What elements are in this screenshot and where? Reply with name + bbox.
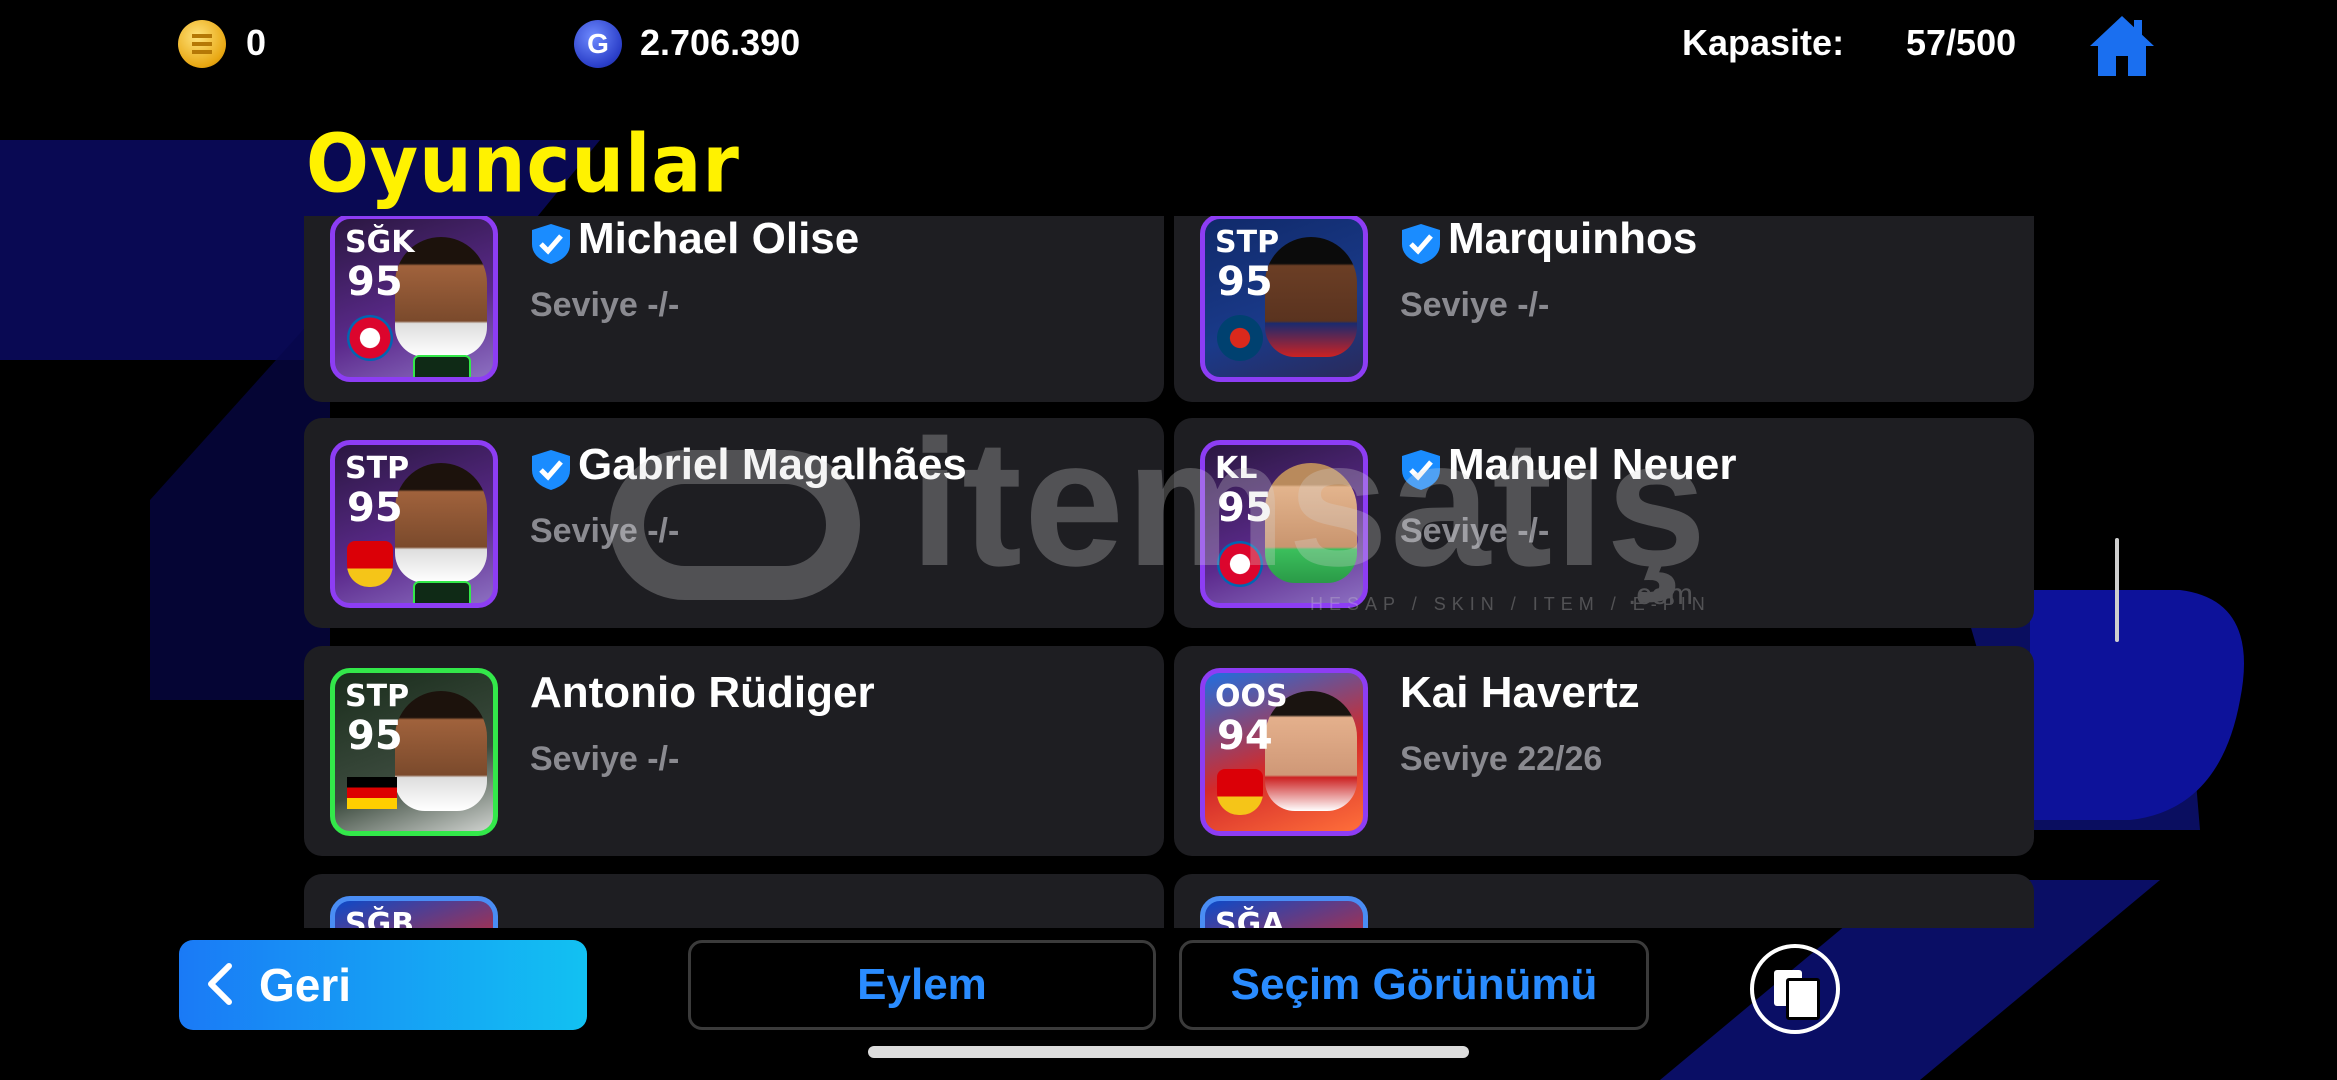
action-button[interactable]: Eylem <box>688 940 1156 1030</box>
player-card[interactable]: KL 95 Manuel Neuer Seviye -/- <box>1174 418 2034 628</box>
player-thumbnail: SĞK 95 <box>330 216 498 382</box>
top-bar: 0 G 2.706.390 Kapasite: 57/500 <box>0 0 2337 90</box>
player-name: Michael Olise <box>578 216 860 263</box>
germany-flag-icon <box>347 777 397 809</box>
player-thumbnail: OOS 94 <box>1200 668 1368 836</box>
list-scrollbar[interactable] <box>2115 538 2119 642</box>
capacity-label: Kapasite: <box>1682 22 1845 63</box>
player-name: Gabriel Magalhães <box>578 440 967 489</box>
player-rating: 95 <box>347 713 403 759</box>
player-thumbnail: SĞA <box>1200 896 1368 928</box>
player-position: SĞA <box>1215 907 1285 928</box>
player-position: OOS <box>1215 679 1288 714</box>
player-position: KL <box>1215 451 1258 486</box>
player-rating: 95 <box>347 259 403 305</box>
player-thumbnail: STP 95 <box>1200 216 1368 382</box>
player-position: STP <box>1215 225 1280 260</box>
selection-view-button-label: Seçim Görünümü <box>1230 960 1598 1009</box>
selection-view-button[interactable]: Seçim Görünümü <box>1179 940 1649 1030</box>
home-icon[interactable] <box>2088 14 2156 78</box>
player-card[interactable]: OOS 94 Kai Havertz Seviye 22/26 <box>1174 646 2034 856</box>
player-card[interactable]: SĞB <box>304 874 1164 928</box>
player-list[interactable]: SĞK 95 Michael Olise Seviye -/- STP 95 M… <box>304 216 2034 928</box>
back-button[interactable]: Geri <box>179 940 587 1030</box>
player-level: Seviye -/- <box>530 512 680 550</box>
player-card[interactable]: SĞA <box>1174 874 2034 928</box>
club-badge-icon <box>1217 769 1263 815</box>
player-card[interactable]: SĞK 95 Michael Olise Seviye -/- <box>304 216 1164 402</box>
player-thumbnail: SĞB <box>330 896 498 928</box>
player-name: Manuel Neuer <box>1448 440 1737 489</box>
player-level: Seviye -/- <box>1400 286 1550 324</box>
home-indicator[interactable] <box>868 1046 1469 1058</box>
player-level: Seviye -/- <box>530 286 680 324</box>
player-thumbnail: STP 95 <box>330 440 498 608</box>
club-badge-icon <box>1217 541 1263 587</box>
copy-icon[interactable] <box>1750 944 1840 1034</box>
player-rating: 95 <box>347 485 403 531</box>
player-card[interactable]: STP 95 Antonio Rüdiger Seviye -/- <box>304 646 1164 856</box>
special-tag-icon <box>413 581 471 603</box>
verified-icon <box>532 224 570 264</box>
capacity-value: 57/500 <box>1906 22 2017 63</box>
gold-coin-icon <box>178 20 226 68</box>
player-position: SĞB <box>345 907 415 928</box>
verified-icon <box>1402 450 1440 490</box>
chevron-left-icon <box>208 963 232 1005</box>
page-title: Oyuncular <box>306 118 740 211</box>
action-button-label: Eylem <box>857 960 987 1009</box>
player-position: STP <box>345 451 410 486</box>
player-card[interactable]: STP 95 Marquinhos Seviye -/- <box>1174 216 2034 402</box>
player-rating: 95 <box>1217 259 1273 305</box>
player-name: Marquinhos <box>1448 216 1698 263</box>
player-level: Seviye 22/26 <box>1400 740 1603 778</box>
player-level: Seviye -/- <box>530 740 680 778</box>
club-badge-icon <box>1217 315 1263 361</box>
player-card[interactable]: STP 95 Gabriel Magalhães Seviye -/- <box>304 418 1164 628</box>
player-rating: 94 <box>1217 713 1273 759</box>
verified-icon <box>532 450 570 490</box>
special-tag-icon <box>413 355 471 377</box>
player-position: STP <box>345 679 410 714</box>
player-level: Seviye -/- <box>1400 512 1550 550</box>
gp-value: 2.706.390 <box>640 22 801 63</box>
gp-coin-icon: G <box>574 20 622 68</box>
player-rating: 95 <box>1217 485 1273 531</box>
verified-icon <box>1402 224 1440 264</box>
club-badge-icon <box>347 315 393 361</box>
player-name: Kai Havertz <box>1400 668 1640 717</box>
player-thumbnail: KL 95 <box>1200 440 1368 608</box>
club-badge-icon <box>347 541 393 587</box>
back-button-label: Geri <box>259 959 352 1011</box>
player-thumbnail: STP 95 <box>330 668 498 836</box>
player-photo <box>1265 463 1357 583</box>
player-position: SĞK <box>345 225 415 260</box>
player-name: Antonio Rüdiger <box>530 668 875 717</box>
coins-value: 0 <box>246 22 267 63</box>
